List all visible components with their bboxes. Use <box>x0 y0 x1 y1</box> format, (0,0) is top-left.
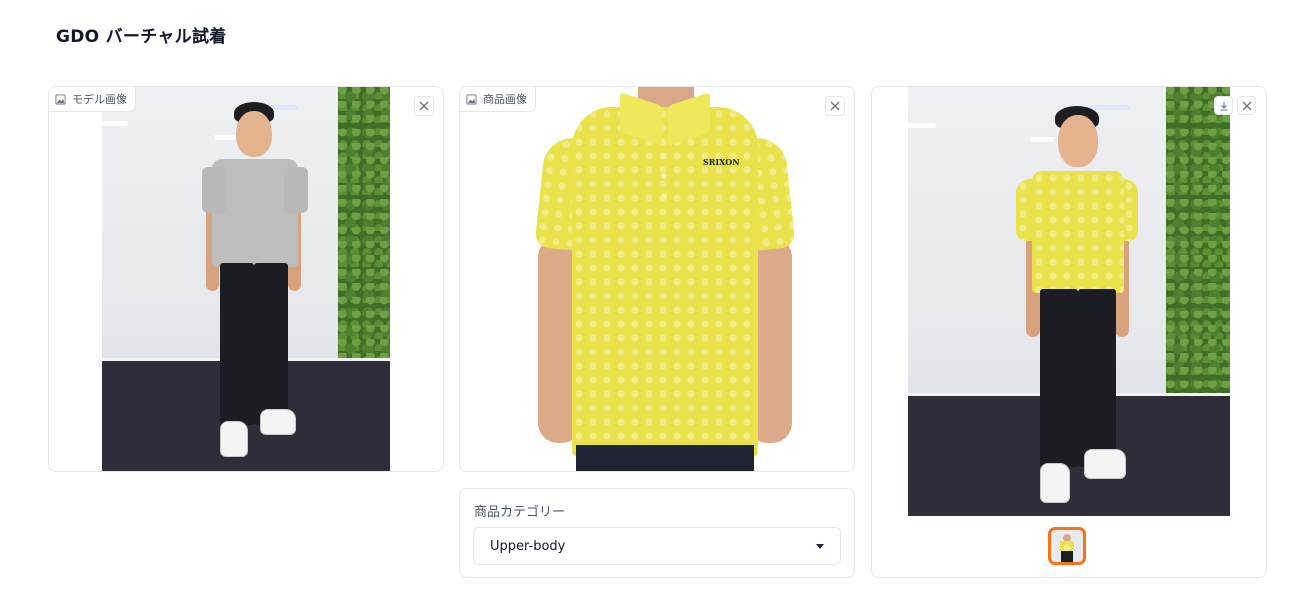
category-panel: 商品カテゴリー Upper-body <box>459 488 855 578</box>
close-icon <box>1242 101 1251 110</box>
product-image-panel[interactable]: 商品画像 SRIXON <box>459 86 855 472</box>
clear-product-image-button[interactable] <box>825 96 845 116</box>
product-photo: SRIXON <box>460 87 854 471</box>
category-label: 商品カテゴリー <box>474 505 566 520</box>
brand-logo: SRIXON <box>703 157 740 167</box>
product-image-label: 商品画像 <box>483 93 527 106</box>
model-image-badge: モデル画像 <box>49 87 136 112</box>
image-icon <box>466 93 477 105</box>
result-gallery-panel[interactable] <box>871 86 1267 578</box>
model-photo <box>102 87 390 471</box>
category-select[interactable]: Upper-body <box>473 527 841 565</box>
product-image-badge: 商品画像 <box>460 87 536 112</box>
category-selected-value: Upper-body <box>490 538 566 554</box>
result-photo <box>908 87 1230 516</box>
page-title: GDO バーチャル試着 <box>56 27 227 47</box>
image-icon <box>55 93 66 105</box>
model-image-panel[interactable]: モデル画像 <box>48 86 444 472</box>
model-image-label: モデル画像 <box>72 93 127 106</box>
download-icon <box>1220 101 1227 111</box>
close-icon <box>830 101 840 111</box>
chevron-down-icon <box>816 543 824 549</box>
close-icon <box>419 101 429 111</box>
download-button[interactable] <box>1214 96 1233 115</box>
clear-model-image-button[interactable] <box>414 96 434 116</box>
clear-result-button[interactable] <box>1237 96 1256 115</box>
result-thumbnail[interactable] <box>1048 527 1086 565</box>
